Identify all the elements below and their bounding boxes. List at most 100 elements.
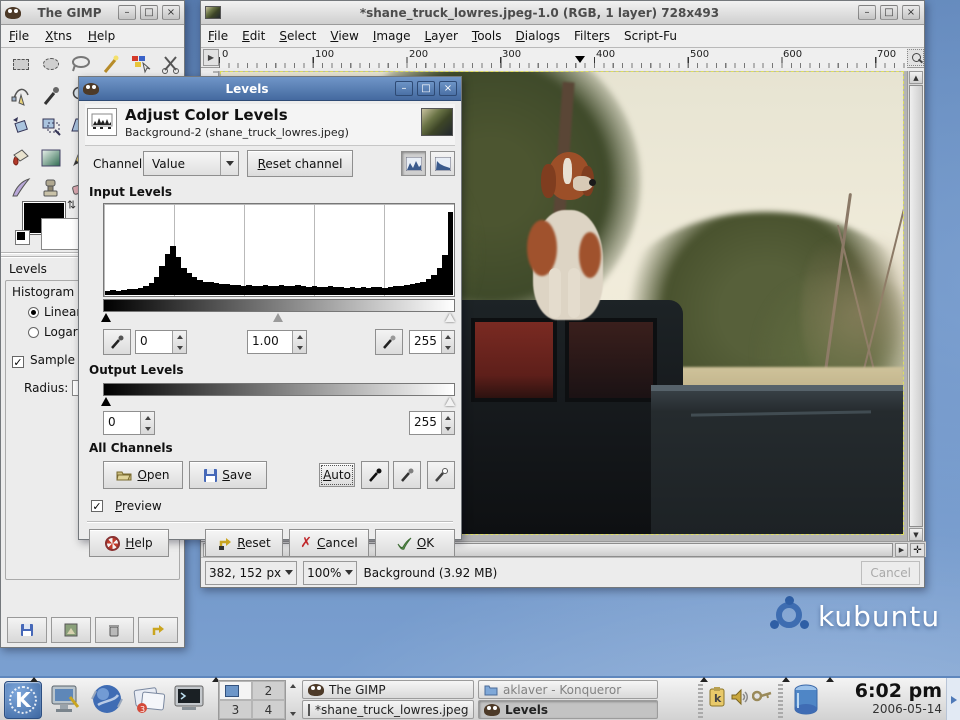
menu-layer[interactable]: Layer [417,25,464,47]
toolbox-titlebar[interactable]: The GIMP – □ × [1,1,184,25]
menu-image[interactable]: Image [366,25,418,47]
ok-button[interactable]: OK [375,529,455,557]
paths-tool-icon[interactable] [9,84,33,108]
scissors-select-tool-icon[interactable] [159,52,183,76]
menu-edit[interactable]: Edit [235,25,272,47]
close-button[interactable]: × [439,81,457,96]
gamma-spinbox[interactable]: 1.00 [247,330,307,354]
cursor-position-unit-combo[interactable]: 382, 152 px [205,561,297,585]
menu-filters[interactable]: Filters [567,25,617,47]
image-menu-arrow-button[interactable]: ▶ [203,49,219,66]
vertical-scroll-thumb[interactable] [909,85,923,527]
menu-select[interactable]: Select [272,25,323,47]
panel-hide-button[interactable] [946,678,960,720]
menu-file[interactable]: File [1,25,37,47]
swap-colors-icon[interactable]: ⇄ [65,200,78,209]
pager-desktop-1[interactable] [219,681,252,700]
pick-white-eyedropper[interactable] [427,461,455,489]
clone-tool-icon[interactable] [39,176,63,200]
white-point-slider[interactable] [445,313,455,322]
auto-button[interactable]: Auto [319,463,355,487]
maximize-button[interactable]: □ [140,5,158,20]
linear-histogram-toggle[interactable] [401,151,426,176]
channel-select[interactable]: Value [143,151,239,176]
low-input-spinbox[interactable]: 0 [135,330,187,354]
help-button[interactable]: Help [89,529,169,557]
zoom-combo[interactable]: 100% [303,561,357,585]
high-output-slider[interactable] [445,397,455,406]
scale-tool-icon[interactable] [39,114,63,138]
low-output-slider[interactable] [101,397,111,406]
task-konqueror[interactable]: aklaver - Konqueror [478,680,658,699]
save-button[interactable]: Save [189,461,267,489]
open-button[interactable]: Open [103,461,183,489]
system-settings-launcher[interactable] [48,683,82,715]
pick-black-eyedropper[interactable] [361,461,389,489]
ellipse-select-tool-icon[interactable] [39,52,63,76]
reset-options-button[interactable] [138,617,178,643]
menu-scriptfu[interactable]: Script-Fu [617,25,684,47]
input-histogram[interactable] [103,203,455,297]
color-picker-tool-icon[interactable] [39,84,63,108]
klipper-tray-icon[interactable]: k [708,687,726,711]
pan-navigation-button[interactable]: ✛ [910,543,925,557]
image-window-titlebar[interactable]: *shane_truck_lowres.jpeg-1.0 (RGB, 1 lay… [201,1,924,25]
zoom-follow-window-toggle[interactable] [907,49,924,66]
blend-tool-icon[interactable] [39,146,63,170]
select-by-color-tool-icon[interactable] [129,52,153,76]
pick-gray-eyedropper[interactable] [393,461,421,489]
background-color-swatch[interactable] [41,218,83,250]
menu-tools[interactable]: Tools [465,25,509,47]
task-the-gimp[interactable]: The GIMP [302,680,474,699]
delete-options-button[interactable] [95,617,135,643]
konqueror-launcher[interactable] [88,681,126,717]
reset-button[interactable]: Reset [205,529,283,557]
pager-desktop-3[interactable]: 3 [219,700,252,719]
gamma-slider[interactable] [273,313,283,322]
scroll-up-arrow[interactable]: ▲ [909,71,923,84]
rotate-tool-icon[interactable] [9,114,33,138]
close-button[interactable]: × [902,5,920,20]
kontact-launcher[interactable]: 3 [130,681,168,717]
rect-select-tool-icon[interactable] [9,52,33,76]
taskbar-scroll-arrows[interactable] [288,680,298,720]
bucket-fill-tool-icon[interactable] [9,146,33,170]
minimize-button[interactable]: – [118,5,136,20]
ink-tool-icon[interactable] [9,176,33,200]
high-input-spinbox[interactable]: 255 [409,330,455,354]
adept-updater-tray-icon[interactable] [792,683,820,720]
black-point-slider[interactable] [101,313,111,322]
scroll-down-arrow[interactable]: ▼ [909,528,923,541]
default-colors-icon[interactable] [15,230,30,245]
save-options-button[interactable] [7,617,47,643]
preview-checkbox-row[interactable]: ✓ Preview [91,499,162,513]
logarithmic-histogram-toggle[interactable] [430,151,455,176]
menu-help[interactable]: Help [80,25,123,47]
pager-desktop-4[interactable]: 4 [252,700,285,719]
vertical-scrollbar[interactable]: ▲ ▼ [907,71,923,541]
menu-view[interactable]: View [323,25,365,47]
scroll-right-arrow[interactable]: ▶ [895,543,908,557]
reset-channel-button[interactable]: Reset channel [247,150,353,177]
maximize-button[interactable]: □ [880,5,898,20]
task-image-window[interactable]: *shane_truck_lowres.jpeg [302,700,474,719]
fuzzy-select-tool-icon[interactable] [99,52,123,76]
restore-options-button[interactable] [51,617,91,643]
task-levels-dialog[interactable]: Levels [478,700,658,719]
minimize-button[interactable]: – [858,5,876,20]
menu-xtns[interactable]: Xtns [37,25,80,47]
minimize-button[interactable]: – [395,81,413,96]
pick-white-point-button[interactable] [375,329,403,355]
cancel-button[interactable]: ✗ Cancel [289,529,369,557]
free-select-tool-icon[interactable] [69,52,93,76]
low-output-spinbox[interactable]: 0 [103,411,155,435]
pager-desktop-2[interactable]: 2 [252,681,285,700]
pick-black-point-button[interactable] [103,329,131,355]
high-output-spinbox[interactable]: 255 [409,411,455,435]
close-button[interactable]: × [162,5,180,20]
horizontal-ruler[interactable]: 0 100 200 300 400 500 600 700 [219,48,907,68]
taskbar-clock[interactable]: 6:02 pm 2006-05-14 [832,680,942,720]
menu-dialogs[interactable]: Dialogs [509,25,567,47]
maximize-button[interactable]: □ [417,81,435,96]
key-tray-icon[interactable] [752,688,772,708]
